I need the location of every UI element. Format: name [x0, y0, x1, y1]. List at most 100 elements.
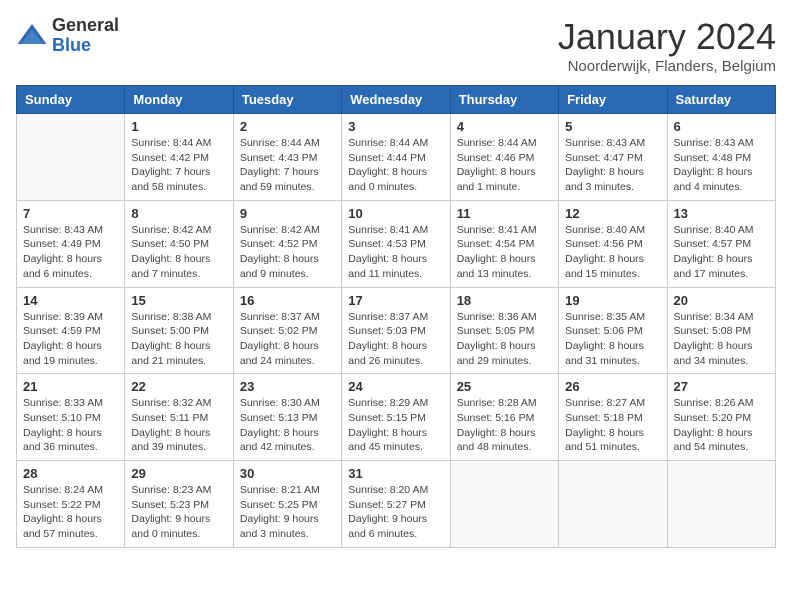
day-number: 26 [565, 379, 660, 394]
table-row: 20Sunrise: 8:34 AM Sunset: 5:08 PM Dayli… [667, 287, 775, 374]
calendar-table: Sunday Monday Tuesday Wednesday Thursday… [16, 85, 776, 548]
day-info: Sunrise: 8:20 AM Sunset: 5:27 PM Dayligh… [348, 483, 443, 542]
table-row: 26 Sunrise: 8:27 AM Sunset: 5:18 PM Dayli… [559, 374, 667, 461]
day-number: 31 [348, 466, 443, 481]
day-info: Sunrise: 8:32 AM Sunset: 5:11 PM Dayligh… [131, 396, 226, 455]
day-info: Sunrise: 8:27 AM Sunset: 5:18 PM Dayligh… [565, 396, 660, 455]
day-number: 16 [240, 293, 335, 308]
day-info: Sunrise: 8:37 AM Sunset: 5:03 PM Dayligh… [348, 310, 443, 369]
day-number: 9 [240, 206, 335, 221]
col-monday: Monday [125, 86, 233, 114]
day-number: 13 [674, 206, 769, 221]
day-info: Sunrise: 8:35 AM Sunset: 5:06 PM Dayligh… [565, 310, 660, 369]
table-row: 18 Sunrise: 8:36 AM Sunset: 5:05 PM Dayli… [450, 287, 558, 374]
table-row: 23 Sunrise: 8:30 AM Sunset: 5:13 PM Dayli… [233, 374, 341, 461]
table-row: 10 Sunrise: 8:41 AM Sunset: 4:53 PM Dayli… [342, 200, 450, 287]
day-info: Sunrise: 8:44 AM Sunset: 4:43 PM Dayligh… [240, 136, 335, 195]
day-number: 7 [23, 206, 118, 221]
table-row: 22 Sunrise: 8:32 AM Sunset: 5:11 PM Dayli… [125, 374, 233, 461]
day-number: 12 [565, 206, 660, 221]
table-row: 27Sunrise: 8:26 AM Sunset: 5:20 PM Dayli… [667, 374, 775, 461]
day-number: 20 [674, 293, 769, 308]
table-row: 6 Sunrise: 8:43 AM Sunset: 4:48 PM Daylig… [667, 114, 775, 201]
calendar-week-row: 7 Sunrise: 8:43 AM Sunset: 4:49 PM Daylig… [17, 200, 776, 287]
table-row [667, 461, 775, 548]
logo-blue-text: Blue [52, 36, 119, 56]
day-info: Sunrise: 8:21 AM Sunset: 5:25 PM Dayligh… [240, 483, 335, 542]
table-row: 29 Sunrise: 8:23 AM Sunset: 5:23 PM Dayli… [125, 461, 233, 548]
calendar-header-row: Sunday Monday Tuesday Wednesday Thursday… [17, 86, 776, 114]
col-tuesday: Tuesday [233, 86, 341, 114]
day-number: 1 [131, 119, 226, 134]
table-row: 4 Sunrise: 8:44 AM Sunset: 4:46 PM Daylig… [450, 114, 558, 201]
calendar-week-row: 21 Sunrise: 8:33 AM Sunset: 5:10 PM Dayli… [17, 374, 776, 461]
table-row: 31 Sunrise: 8:20 AM Sunset: 5:27 PM Dayli… [342, 461, 450, 548]
day-info: Sunrise: 8:40 AM Sunset: 4:56 PM Dayligh… [565, 223, 660, 282]
day-info: Sunrise: 8:41 AM Sunset: 4:53 PM Dayligh… [348, 223, 443, 282]
day-number: 18 [457, 293, 552, 308]
col-sunday: Sunday [17, 86, 125, 114]
table-row [450, 461, 558, 548]
day-info: Sunrise: 8:37 AM Sunset: 5:02 PM Dayligh… [240, 310, 335, 369]
day-info: Sunrise: 8:43 AM Sunset: 4:49 PM Dayligh… [23, 223, 118, 282]
col-saturday: Saturday [667, 86, 775, 114]
day-info: Sunrise: 8:23 AM Sunset: 5:23 PM Dayligh… [131, 483, 226, 542]
table-row: 24Sunrise: 8:29 AM Sunset: 5:15 PM Dayli… [342, 374, 450, 461]
day-info: Sunrise: 8:44 AM Sunset: 4:46 PM Dayligh… [457, 136, 552, 195]
day-info: Sunrise: 8:41 AM Sunset: 4:54 PM Dayligh… [457, 223, 552, 282]
day-info: Sunrise: 8:33 AM Sunset: 5:10 PM Dayligh… [23, 396, 118, 455]
logo-general-text: General [52, 16, 119, 36]
day-info: Sunrise: 8:43 AM Sunset: 4:48 PM Dayligh… [674, 136, 769, 195]
calendar-week-row: 28Sunrise: 8:24 AM Sunset: 5:22 PM Dayli… [17, 461, 776, 548]
day-info: Sunrise: 8:40 AM Sunset: 4:57 PM Dayligh… [674, 223, 769, 282]
table-row [559, 461, 667, 548]
day-number: 6 [674, 119, 769, 134]
day-number: 19 [565, 293, 660, 308]
day-info: Sunrise: 8:36 AM Sunset: 5:05 PM Dayligh… [457, 310, 552, 369]
table-row: 17 Sunrise: 8:37 AM Sunset: 5:03 PM Dayli… [342, 287, 450, 374]
day-number: 29 [131, 466, 226, 481]
day-info: Sunrise: 8:30 AM Sunset: 5:13 PM Dayligh… [240, 396, 335, 455]
day-number: 4 [457, 119, 552, 134]
table-row: 16 Sunrise: 8:37 AM Sunset: 5:02 PM Dayli… [233, 287, 341, 374]
col-friday: Friday [559, 86, 667, 114]
table-row: 11 Sunrise: 8:41 AM Sunset: 4:54 PM Dayli… [450, 200, 558, 287]
day-info: Sunrise: 8:38 AM Sunset: 5:00 PM Dayligh… [131, 310, 226, 369]
day-info: Sunrise: 8:26 AM Sunset: 5:20 PM Dayligh… [674, 396, 769, 455]
table-row: 14Sunrise: 8:39 AM Sunset: 4:59 PM Dayli… [17, 287, 125, 374]
day-number: 5 [565, 119, 660, 134]
table-row: 15Sunrise: 8:38 AM Sunset: 5:00 PM Dayli… [125, 287, 233, 374]
day-number: 2 [240, 119, 335, 134]
calendar-week-row: 14Sunrise: 8:39 AM Sunset: 4:59 PM Dayli… [17, 287, 776, 374]
table-row: 19 Sunrise: 8:35 AM Sunset: 5:06 PM Dayli… [559, 287, 667, 374]
day-number: 8 [131, 206, 226, 221]
table-row: 25Sunrise: 8:28 AM Sunset: 5:16 PM Dayli… [450, 374, 558, 461]
day-number: 24 [348, 379, 443, 394]
day-number: 21 [23, 379, 118, 394]
day-info: Sunrise: 8:44 AM Sunset: 4:42 PM Dayligh… [131, 136, 226, 195]
day-number: 23 [240, 379, 335, 394]
table-row: 13 Sunrise: 8:40 AM Sunset: 4:57 PM Dayli… [667, 200, 775, 287]
table-row: 30Sunrise: 8:21 AM Sunset: 5:25 PM Dayli… [233, 461, 341, 548]
table-row: 5 Sunrise: 8:43 AM Sunset: 4:47 PM Daylig… [559, 114, 667, 201]
title-area: January 2024 Noorderwijk, Flanders, Belg… [558, 16, 776, 75]
table-row: 1 Sunrise: 8:44 AM Sunset: 4:42 PM Daylig… [125, 114, 233, 201]
table-row: 28Sunrise: 8:24 AM Sunset: 5:22 PM Dayli… [17, 461, 125, 548]
day-number: 3 [348, 119, 443, 134]
table-row: 7 Sunrise: 8:43 AM Sunset: 4:49 PM Daylig… [17, 200, 125, 287]
table-row: 8Sunrise: 8:42 AM Sunset: 4:50 PM Daylig… [125, 200, 233, 287]
logo: General Blue [16, 16, 119, 56]
calendar-week-row: 1 Sunrise: 8:44 AM Sunset: 4:42 PM Daylig… [17, 114, 776, 201]
day-number: 17 [348, 293, 443, 308]
table-row: 2 Sunrise: 8:44 AM Sunset: 4:43 PM Daylig… [233, 114, 341, 201]
page-header: General Blue January 2024 Noorderwijk, F… [16, 16, 776, 75]
table-row: 3 Sunrise: 8:44 AM Sunset: 4:44 PM Daylig… [342, 114, 450, 201]
day-info: Sunrise: 8:44 AM Sunset: 4:44 PM Dayligh… [348, 136, 443, 195]
day-info: Sunrise: 8:43 AM Sunset: 4:47 PM Dayligh… [565, 136, 660, 195]
day-number: 22 [131, 379, 226, 394]
day-number: 10 [348, 206, 443, 221]
day-number: 11 [457, 206, 552, 221]
day-info: Sunrise: 8:24 AM Sunset: 5:22 PM Dayligh… [23, 483, 118, 542]
table-row: 12 Sunrise: 8:40 AM Sunset: 4:56 PM Dayli… [559, 200, 667, 287]
col-wednesday: Wednesday [342, 86, 450, 114]
